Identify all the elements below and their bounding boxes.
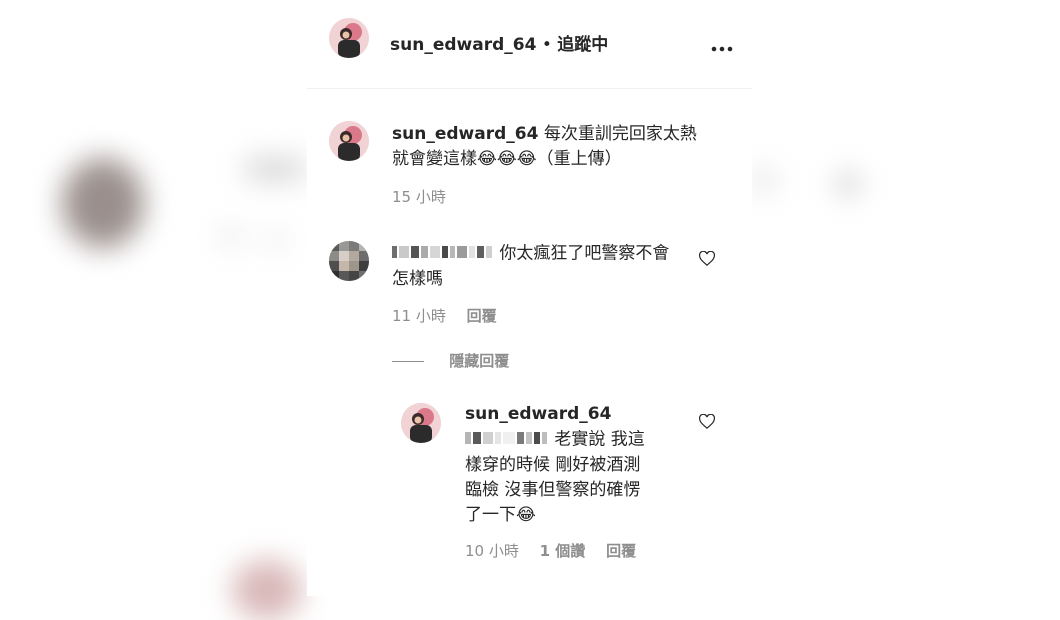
hide-replies-line [392, 361, 424, 362]
blurred-background-text [245, 158, 305, 180]
pixelated-mention[interactable] [465, 427, 549, 452]
blurred-background-dot [222, 228, 240, 246]
hide-replies-label: 隱藏回覆 [449, 352, 510, 370]
post-caption: sun_edward_64 每次重訓完回家太熱 就會變這樣😂😂😂（重上傳） [392, 122, 722, 172]
blurred-background-dot [268, 232, 284, 248]
caption-line-1: 每次重訓完回家太熱 [543, 124, 697, 144]
header-separator: • [541, 35, 552, 55]
comment-1-meta: 11 小時 回覆 [392, 305, 497, 326]
comment-panel: sun_edward_64 • 追蹤中 sun_edward_64 每次重訓完回… [307, 0, 752, 596]
post-timestamp[interactable]: 15 小時 [392, 186, 446, 207]
blurred-background-avatar [232, 560, 302, 620]
reply-1-timestamp[interactable]: 10 小時 [465, 542, 519, 560]
blurred-background-avatar [62, 158, 144, 248]
reply-1-line-1: 老實說 我這 [554, 429, 645, 450]
follow-status[interactable]: 追蹤中 [557, 35, 608, 55]
reply-1-line-2: 樣穿的時候 剛好被酒測 [465, 454, 641, 475]
comment-1-reply-button[interactable]: 回覆 [467, 307, 497, 325]
reply-1-username[interactable]: sun_edward_64 [465, 402, 695, 427]
more-horizontal-icon[interactable] [711, 37, 733, 52]
header-username[interactable]: sun_edward_64 [390, 35, 536, 55]
comment-1-timestamp[interactable]: 11 小時 [392, 307, 446, 325]
reply-1-heart-icon[interactable] [699, 413, 715, 433]
reply-1-line-3: 臨檢 沒事但警察的確愣 [465, 479, 641, 500]
caption-line-2: 就會變這樣😂😂😂（重上傳） [392, 149, 622, 169]
comment-1-line-1: 你太瘋狂了吧警察不會 [499, 243, 670, 264]
hide-replies-toggle[interactable]: 隱藏回覆 [392, 350, 509, 371]
comment-1-heart-icon[interactable] [699, 250, 715, 270]
reply-avatar[interactable] [401, 403, 441, 443]
reply-1-meta: 10 小時 1 個讚 回覆 [465, 540, 636, 561]
post-avatar[interactable] [329, 121, 369, 161]
blurred-background-dot [752, 170, 774, 192]
reply-1-likes[interactable]: 1 個讚 [540, 542, 586, 560]
post-username[interactable]: sun_edward_64 [392, 124, 538, 144]
header-avatar[interactable] [329, 18, 369, 58]
header-title: sun_edward_64 • 追蹤中 [390, 30, 608, 55]
comment-1-line-2: 怎樣嗎 [392, 268, 443, 289]
reply-1-body: sun_edward_64 老實說 我這 樣穿的時候 剛好被酒測 臨檢 沒事但警… [465, 402, 695, 528]
blurred-background-dot [836, 172, 860, 196]
comment-1-body: 你太瘋狂了吧警察不會 怎樣嗎 [392, 241, 692, 292]
reply-1-reply-button[interactable]: 回覆 [606, 542, 636, 560]
commenter-avatar-pixelated[interactable] [329, 241, 369, 281]
pixelated-username[interactable] [392, 241, 494, 266]
header-divider [307, 88, 752, 89]
reply-1-line-4: 了一下😂 [465, 504, 536, 525]
